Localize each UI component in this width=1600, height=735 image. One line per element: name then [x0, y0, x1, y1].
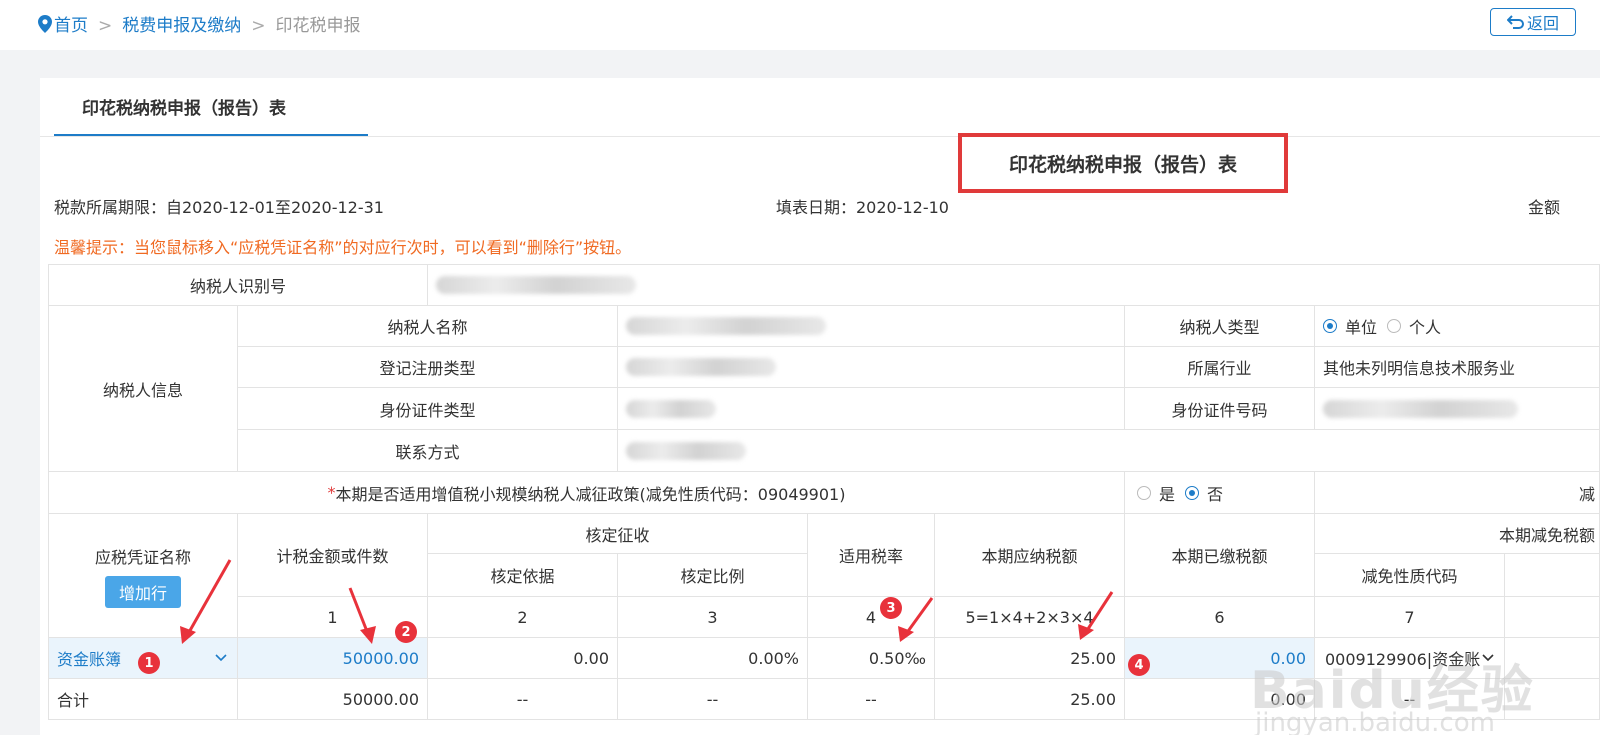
- breadcrumb-separator: >: [98, 16, 113, 36]
- redacted-value: [626, 399, 716, 418]
- total-label: 合计: [48, 678, 238, 720]
- industry-label: 所属行业: [1124, 346, 1315, 388]
- col-rate-header: 适用税率: [807, 513, 935, 597]
- id-type-value: [617, 387, 1125, 430]
- radio-yes-label: 是: [1159, 484, 1176, 504]
- tax-period: 税款所属期限：自2020-12-01至2020-12-31: [54, 198, 384, 217]
- col-amount-header: 计税金额或件数: [237, 513, 428, 597]
- add-row-button[interactable]: 增加行: [105, 575, 181, 608]
- top-bar: 首页 > 税费申报及缴纳 > 印花税申报 返回: [0, 0, 1600, 50]
- col-assess-basis-header: 核定依据: [427, 553, 618, 597]
- index-cell: 3: [617, 596, 808, 638]
- id-type-label: 身份证件类型: [237, 387, 618, 430]
- redacted-value: [1323, 399, 1518, 418]
- chevron-down-icon: [215, 654, 227, 662]
- radio-no-label: 否: [1207, 484, 1224, 504]
- taxpayer-id-value: [427, 264, 1600, 306]
- redacted-value: [626, 317, 826, 335]
- breadcrumb-section-link[interactable]: 税费申报及缴纳: [122, 16, 241, 36]
- radio-yes[interactable]: [1137, 485, 1151, 500]
- breadcrumb-home-link[interactable]: 首页: [54, 16, 88, 36]
- tab-stamp-tax-form[interactable]: 印花税纳税申报（报告）表: [54, 78, 368, 136]
- row-ratio-value: 0.00%: [617, 637, 808, 679]
- col-relief-header: 本期减免税额: [1314, 513, 1600, 554]
- annotation-badge-2: 2: [395, 621, 417, 643]
- col-relief-extra-header: [1504, 553, 1600, 597]
- tab-divider: [40, 136, 1600, 137]
- redacted-value: [626, 358, 776, 376]
- row-basis-value: 0.00: [427, 637, 618, 679]
- col-name-header: 应税凭证名称 增加行: [48, 513, 238, 638]
- taxpayer-type-radio-group: 单位 个人: [1314, 305, 1600, 347]
- taxpayer-id-label: 纳税人识别号: [48, 264, 428, 306]
- row-name-value: 资金账簿: [57, 650, 122, 669]
- index-cell: 6: [1124, 596, 1315, 638]
- required-star: *: [327, 483, 336, 502]
- index-cell: 5=1×4+2×3×4: [934, 596, 1125, 638]
- policy-question: * 本期是否适用增值税小规模纳税人减征政策(减免性质代码：09049901): [48, 471, 1125, 514]
- row-rate-value: 0.50‰: [807, 637, 935, 679]
- total-ratio: --: [617, 678, 808, 720]
- row-payable-value: 25.00: [934, 637, 1125, 679]
- fill-date: 填表日期：2020-12-10: [776, 198, 949, 217]
- col-name-label: 应税凭证名称: [94, 547, 191, 567]
- radio-individual[interactable]: [1387, 319, 1402, 333]
- total-rate: --: [807, 678, 935, 720]
- policy-right-partial: 减: [1314, 471, 1600, 514]
- contact-label: 联系方式: [237, 429, 618, 472]
- radio-no[interactable]: [1185, 485, 1200, 500]
- taxpayer-type-label: 纳税人类型: [1124, 305, 1315, 347]
- index-cell: 4: [807, 596, 935, 638]
- radio-unit-label: 单位: [1345, 318, 1378, 337]
- reg-type-value: [617, 346, 1125, 388]
- row-amount-input[interactable]: 50000.00: [237, 637, 428, 679]
- taxpayer-name-label: 纳税人名称: [237, 305, 618, 347]
- index-cell: 7: [1314, 596, 1505, 638]
- redacted-value: [436, 276, 636, 294]
- index-cell: 2: [427, 596, 618, 638]
- watermark-url: jingyan.baidu.com: [1255, 708, 1495, 735]
- total-amount: 50000.00: [237, 678, 428, 720]
- total-payable: 25.00: [934, 678, 1125, 720]
- annotation-badge-4: 4: [1128, 654, 1150, 676]
- col-assess-header: 核定征收: [427, 513, 808, 554]
- col-paid-header: 本期已缴税额: [1124, 513, 1315, 597]
- radio-individual-label: 个人: [1409, 318, 1442, 337]
- reg-type-label: 登记注册类型: [237, 346, 618, 388]
- row-amount-value: 50000.00: [342, 648, 419, 668]
- main-card: 印花税纳税申报（报告）表 印花税纳税申报（报告）表 税款所属期限：自2020-1…: [40, 78, 1600, 735]
- taxpayer-info-label: 纳税人信息: [48, 305, 238, 472]
- amount-unit: 金额: [1528, 198, 1561, 217]
- annotation-badge-1: 1: [138, 652, 160, 674]
- id-number-label: 身份证件号码: [1124, 387, 1315, 430]
- industry-value: 其他未列明信息技术服务业: [1314, 346, 1600, 388]
- form-title: 印花税纳税申报（报告）表: [958, 133, 1288, 193]
- id-number-value: [1314, 387, 1600, 430]
- taxpayer-name-value: [617, 305, 1125, 347]
- location-pin-icon: [38, 15, 52, 33]
- index-cell-extra: [1504, 596, 1600, 638]
- back-button[interactable]: 返回: [1490, 8, 1576, 36]
- return-arrow-icon: [1506, 15, 1524, 29]
- redacted-value: [626, 441, 746, 460]
- policy-radio-group: 是 否: [1124, 471, 1315, 514]
- annotation-badge-3: 3: [880, 597, 902, 619]
- back-button-label: 返回: [1526, 14, 1559, 33]
- col-assess-ratio-header: 核定比例: [617, 553, 808, 597]
- breadcrumb: 首页 > 税费申报及缴纳 > 印花税申报: [38, 11, 361, 36]
- contact-value: [617, 429, 1600, 472]
- radio-unit[interactable]: [1323, 319, 1337, 333]
- breadcrumb-current: 印花税申报: [275, 16, 361, 36]
- col-payable-header: 本期应纳税额: [934, 513, 1125, 597]
- hint-text: 温馨提示：当您鼠标移入“应税凭证名称”的对应行次时，可以看到“删除行”按钮。: [54, 238, 632, 257]
- policy-question-text: 本期是否适用增值税小规模纳税人减征政策(减免性质代码：09049901): [335, 484, 846, 504]
- breadcrumb-separator: >: [251, 16, 266, 36]
- total-basis: --: [427, 678, 618, 720]
- col-relief-code-header: 减免性质代码: [1314, 553, 1505, 597]
